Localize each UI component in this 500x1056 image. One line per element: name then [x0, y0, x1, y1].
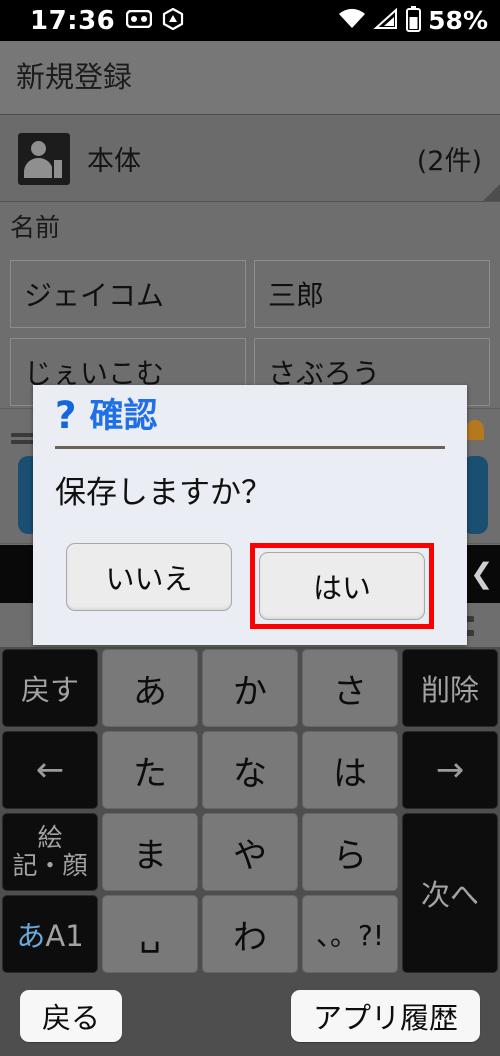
alert-triangle-icon	[161, 7, 185, 34]
arrow-right-icon: →	[435, 750, 465, 790]
status-bar-notification-icons	[126, 7, 185, 34]
key-ta-row[interactable]: た	[102, 731, 198, 809]
key-undo[interactable]: 戻す	[2, 649, 98, 727]
account-count: (2件)	[416, 146, 482, 177]
key-input-mode[interactable]: あA1	[2, 895, 98, 973]
background-widget-bar	[11, 440, 35, 444]
dialog-header: ? 確認	[33, 385, 467, 436]
key-delete[interactable]: 削除	[402, 649, 498, 727]
key-space[interactable]: ␣	[102, 895, 198, 973]
arrow-left-icon: ←	[35, 750, 65, 790]
dialog-title: 確認	[89, 395, 158, 436]
status-bar: 17:36 58%	[0, 0, 500, 41]
dialog-button-bar: いいえ はい	[33, 543, 467, 629]
key-emoji-label: 絵 記・顔	[12, 823, 88, 880]
key-arrow-right[interactable]: →	[402, 731, 498, 809]
key-next[interactable]: 次へ	[402, 813, 498, 973]
back-button[interactable]: 戻る	[20, 989, 123, 1042]
account-label: 本体	[87, 146, 141, 177]
key-arrow-left[interactable]: ←	[2, 731, 98, 809]
key-ma-row[interactable]: ま	[102, 813, 198, 891]
background-orange-marker	[466, 420, 484, 440]
key-ya-row[interactable]: や	[202, 813, 298, 891]
last-name-input[interactable]: ジェイコム	[10, 260, 246, 328]
contact-device-icon	[18, 132, 70, 185]
name-row-kanji: ジェイコム 三郎	[10, 260, 490, 328]
recent-apps-button[interactable]: アプリ履歴	[290, 989, 480, 1042]
no-button[interactable]: いいえ	[66, 543, 232, 611]
software-keyboard: 戻す あ か さ 削除 ← た な は → 絵 記・顔 ま や ら 次へ あA1	[0, 647, 500, 975]
key-a-row[interactable]: あ	[102, 649, 198, 727]
wifi-icon	[337, 8, 367, 34]
key-punctuation[interactable]: 、。?!	[302, 895, 398, 973]
status-bar-clock: 17:36	[30, 5, 116, 36]
key-emoji-symbol-face[interactable]: 絵 記・顔	[2, 813, 98, 891]
status-bar-system-icons: 58%	[337, 5, 488, 36]
battery-percentage: 58%	[428, 6, 488, 35]
key-punctuation-label: 、。?!	[315, 919, 385, 952]
page-title: 新規登録	[16, 60, 133, 94]
space-icon: ␣	[139, 914, 161, 954]
system-nav-bar: 戻る アプリ履歴	[0, 975, 500, 1056]
confirm-dialog: ? 確認 保存しますか？ いいえ はい	[33, 385, 467, 645]
key-ka-row[interactable]: か	[202, 649, 298, 727]
key-input-mode-label: あA1	[16, 919, 84, 953]
app-title-bar: 新規登録	[0, 41, 500, 115]
account-selector-row[interactable]: 本体 (2件)	[0, 116, 500, 202]
chevron-left-icon: ❮	[470, 557, 494, 590]
no-button-wrapper: いいえ	[66, 543, 232, 629]
question-mark-icon: ?	[55, 394, 77, 437]
key-ha-row[interactable]: は	[302, 731, 398, 809]
key-sa-row[interactable]: さ	[302, 649, 398, 727]
voicemail-icon	[126, 9, 153, 32]
spinner-corner-indicator	[483, 184, 500, 201]
yes-button-highlight-box: はい	[250, 543, 434, 629]
name-section-label: 名前	[10, 213, 61, 242]
key-ra-row[interactable]: ら	[302, 813, 398, 891]
phone-screen: 17:36 58% 新規登録 本体 (2件) 名前 ジェイコム 三郎 じぇいこむ…	[0, 0, 500, 1056]
yes-button[interactable]: はい	[259, 552, 425, 620]
key-na-row[interactable]: な	[202, 731, 298, 809]
first-name-input[interactable]: 三郎	[254, 260, 490, 328]
battery-icon	[405, 5, 422, 36]
background-widget-bar	[11, 433, 35, 437]
dialog-message: 保存しますか？	[55, 475, 272, 511]
signal-icon	[373, 7, 399, 34]
key-wa-row[interactable]: わ	[202, 895, 298, 973]
